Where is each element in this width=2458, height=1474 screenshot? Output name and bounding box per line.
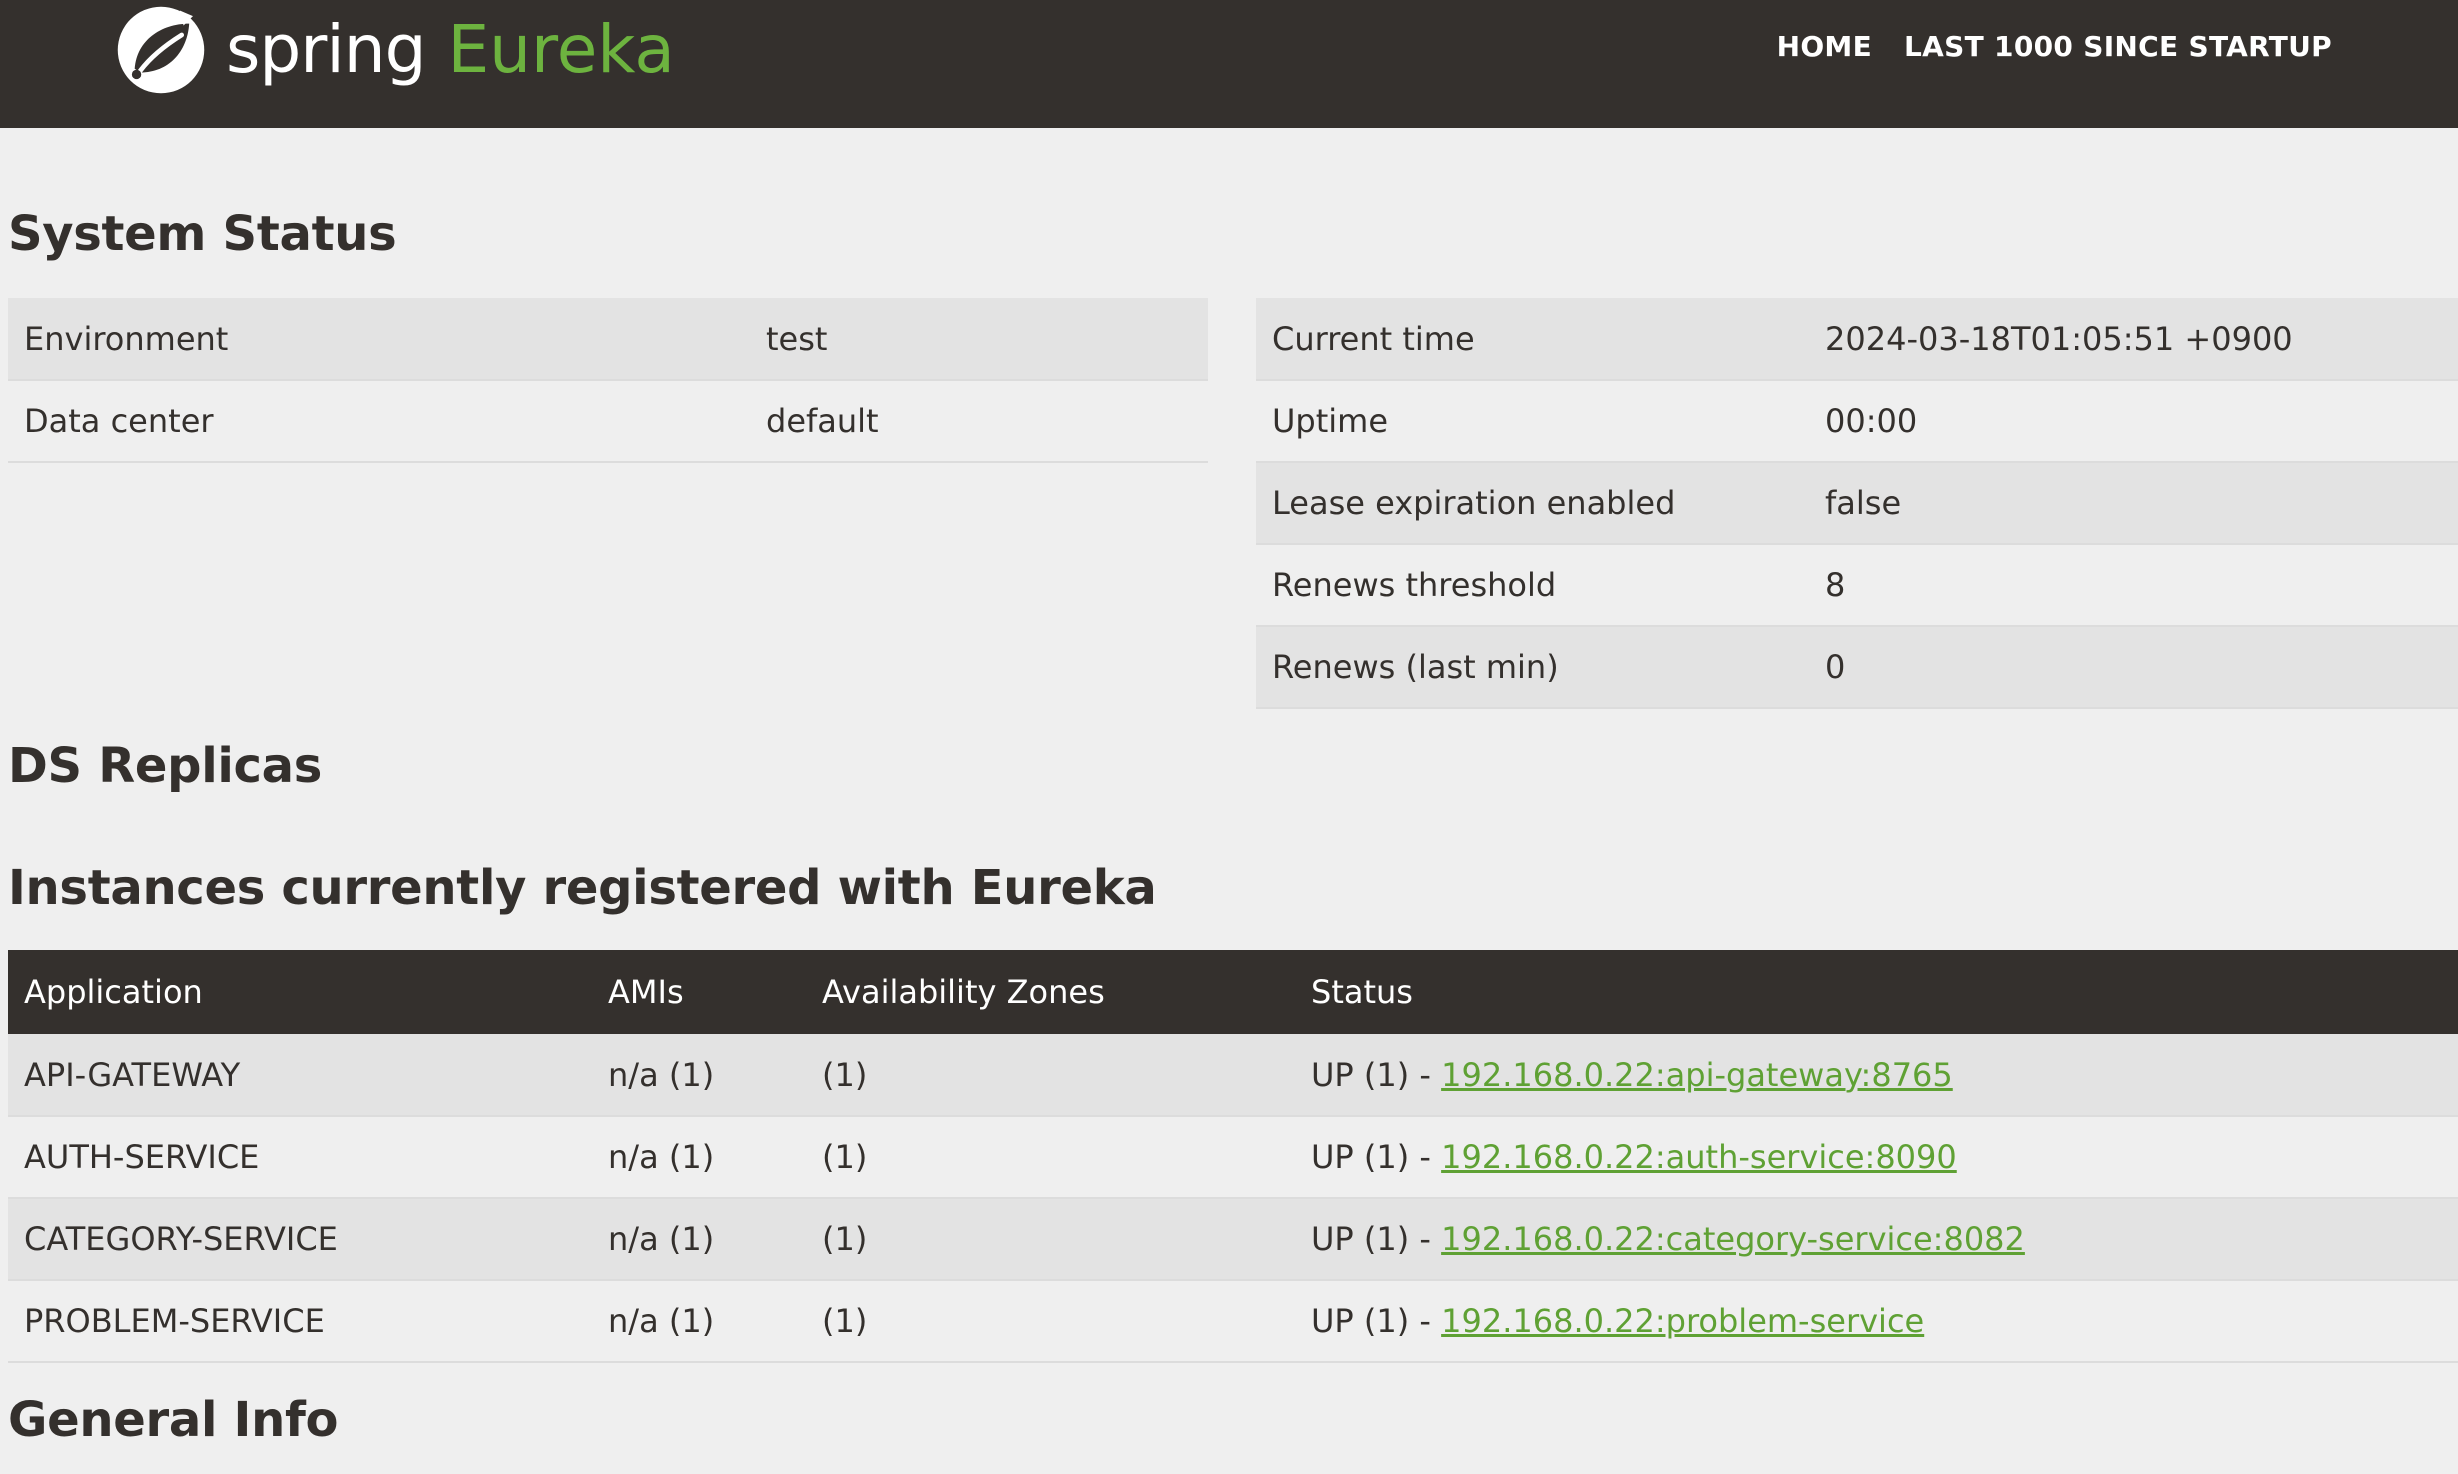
zones-cell: (1) <box>806 1116 1295 1199</box>
column-header-application: Application <box>8 950 592 1034</box>
instances-table: Application AMIs Availability Zones Stat… <box>8 950 2458 1363</box>
brand-logo-link[interactable]: spring Eureka <box>114 4 675 96</box>
table-row: CATEGORY-SERVICE n/a (1) (1) UP (1) - 19… <box>8 1198 2458 1281</box>
status-key: Data center <box>8 380 750 463</box>
instances-heading: Instances currently registered with Eure… <box>8 860 1157 916</box>
instance-link[interactable]: 192.168.0.22:problem-service <box>1441 1302 1924 1340</box>
status-text: UP (1) - <box>1311 1220 1442 1258</box>
status-cell: UP (1) - 192.168.0.22:auth-service:8090 <box>1295 1116 2458 1199</box>
status-cell: UP (1) - 192.168.0.22:problem-service <box>1295 1280 2458 1363</box>
status-key: Lease expiration enabled <box>1256 462 1809 545</box>
status-key: Current time <box>1256 298 1809 381</box>
status-value: 00:00 <box>1809 380 2458 463</box>
application-cell: API-GATEWAY <box>8 1034 592 1117</box>
column-header-zones: Availability Zones <box>806 950 1295 1034</box>
table-row: Environment test <box>8 298 1208 381</box>
nav-links: HOME LAST 1000 SINCE STARTUP <box>1777 30 2332 63</box>
status-key: Renews threshold <box>1256 544 1809 627</box>
status-key: Renews (last min) <box>1256 626 1809 709</box>
amis-cell: n/a (1) <box>592 1034 806 1117</box>
zones-cell: (1) <box>806 1198 1295 1281</box>
nav-home-link[interactable]: HOME <box>1777 30 1872 63</box>
application-cell: AUTH-SERVICE <box>8 1116 592 1199</box>
amis-cell: n/a (1) <box>592 1280 806 1363</box>
status-value: 8 <box>1809 544 2458 627</box>
amis-cell: n/a (1) <box>592 1198 806 1281</box>
table-row: Lease expiration enabled false <box>1256 462 2458 545</box>
status-text: UP (1) - <box>1311 1055 1442 1094</box>
column-header-status: Status <box>1295 950 2458 1034</box>
instance-link[interactable]: 192.168.0.22:auth-service:8090 <box>1441 1138 1957 1176</box>
status-text: UP (1) - <box>1311 1302 1442 1340</box>
column-header-amis: AMIs <box>592 950 806 1034</box>
brand-eureka-text: Eureka <box>447 11 675 88</box>
spring-leaf-icon <box>117 6 205 94</box>
status-cell: UP (1) - 192.168.0.22:category-service:8… <box>1295 1198 2458 1281</box>
status-value: false <box>1809 462 2458 545</box>
zones-cell: (1) <box>806 1280 1295 1363</box>
table-row: Data center default <box>8 380 1208 463</box>
status-value: default <box>750 380 1208 463</box>
zones-cell: (1) <box>806 1034 1295 1117</box>
ds-replicas-heading: DS Replicas <box>8 738 323 794</box>
system-status-left-table: Environment test Data center default <box>8 298 1208 463</box>
table-row: PROBLEM-SERVICE n/a (1) (1) UP (1) - 192… <box>8 1280 2458 1363</box>
application-cell: CATEGORY-SERVICE <box>8 1198 592 1281</box>
table-row: AUTH-SERVICE n/a (1) (1) UP (1) - 192.16… <box>8 1116 2458 1199</box>
status-value: test <box>750 298 1208 381</box>
system-status-right-table: Current time 2024-03-18T01:05:51 +0900 U… <box>1256 298 2458 709</box>
instance-link[interactable]: 192.168.0.22:api-gateway:8765 <box>1441 1056 1953 1094</box>
status-value: 2024-03-18T01:05:51 +0900 <box>1809 298 2458 381</box>
table-row: Renews (last min) 0 <box>1256 626 2458 709</box>
brand-spring-text: spring <box>226 11 426 88</box>
table-row: API-GATEWAY n/a (1) (1) UP (1) - 192.168… <box>8 1034 2458 1117</box>
top-navbar: spring Eureka HOME LAST 1000 SINCE START… <box>0 0 2458 128</box>
status-text: UP (1) - <box>1311 1138 1442 1176</box>
instance-link[interactable]: 192.168.0.22:category-service:8082 <box>1441 1220 2025 1258</box>
table-row: Uptime 00:00 <box>1256 380 2458 463</box>
status-key: Environment <box>8 298 750 381</box>
status-cell: UP (1) - 192.168.0.22:api-gateway:8765 <box>1295 1034 2458 1117</box>
nav-last-1000-link[interactable]: LAST 1000 SINCE STARTUP <box>1904 30 2332 63</box>
system-status-heading: System Status <box>8 206 397 262</box>
table-header-row: Application AMIs Availability Zones Stat… <box>8 950 2458 1034</box>
table-row: Current time 2024-03-18T01:05:51 +0900 <box>1256 298 2458 381</box>
status-value: 0 <box>1809 626 2458 709</box>
application-cell: PROBLEM-SERVICE <box>8 1280 592 1363</box>
table-row: Renews threshold 8 <box>1256 544 2458 627</box>
amis-cell: n/a (1) <box>592 1116 806 1199</box>
general-info-heading: General Info <box>8 1392 339 1448</box>
status-key: Uptime <box>1256 380 1809 463</box>
